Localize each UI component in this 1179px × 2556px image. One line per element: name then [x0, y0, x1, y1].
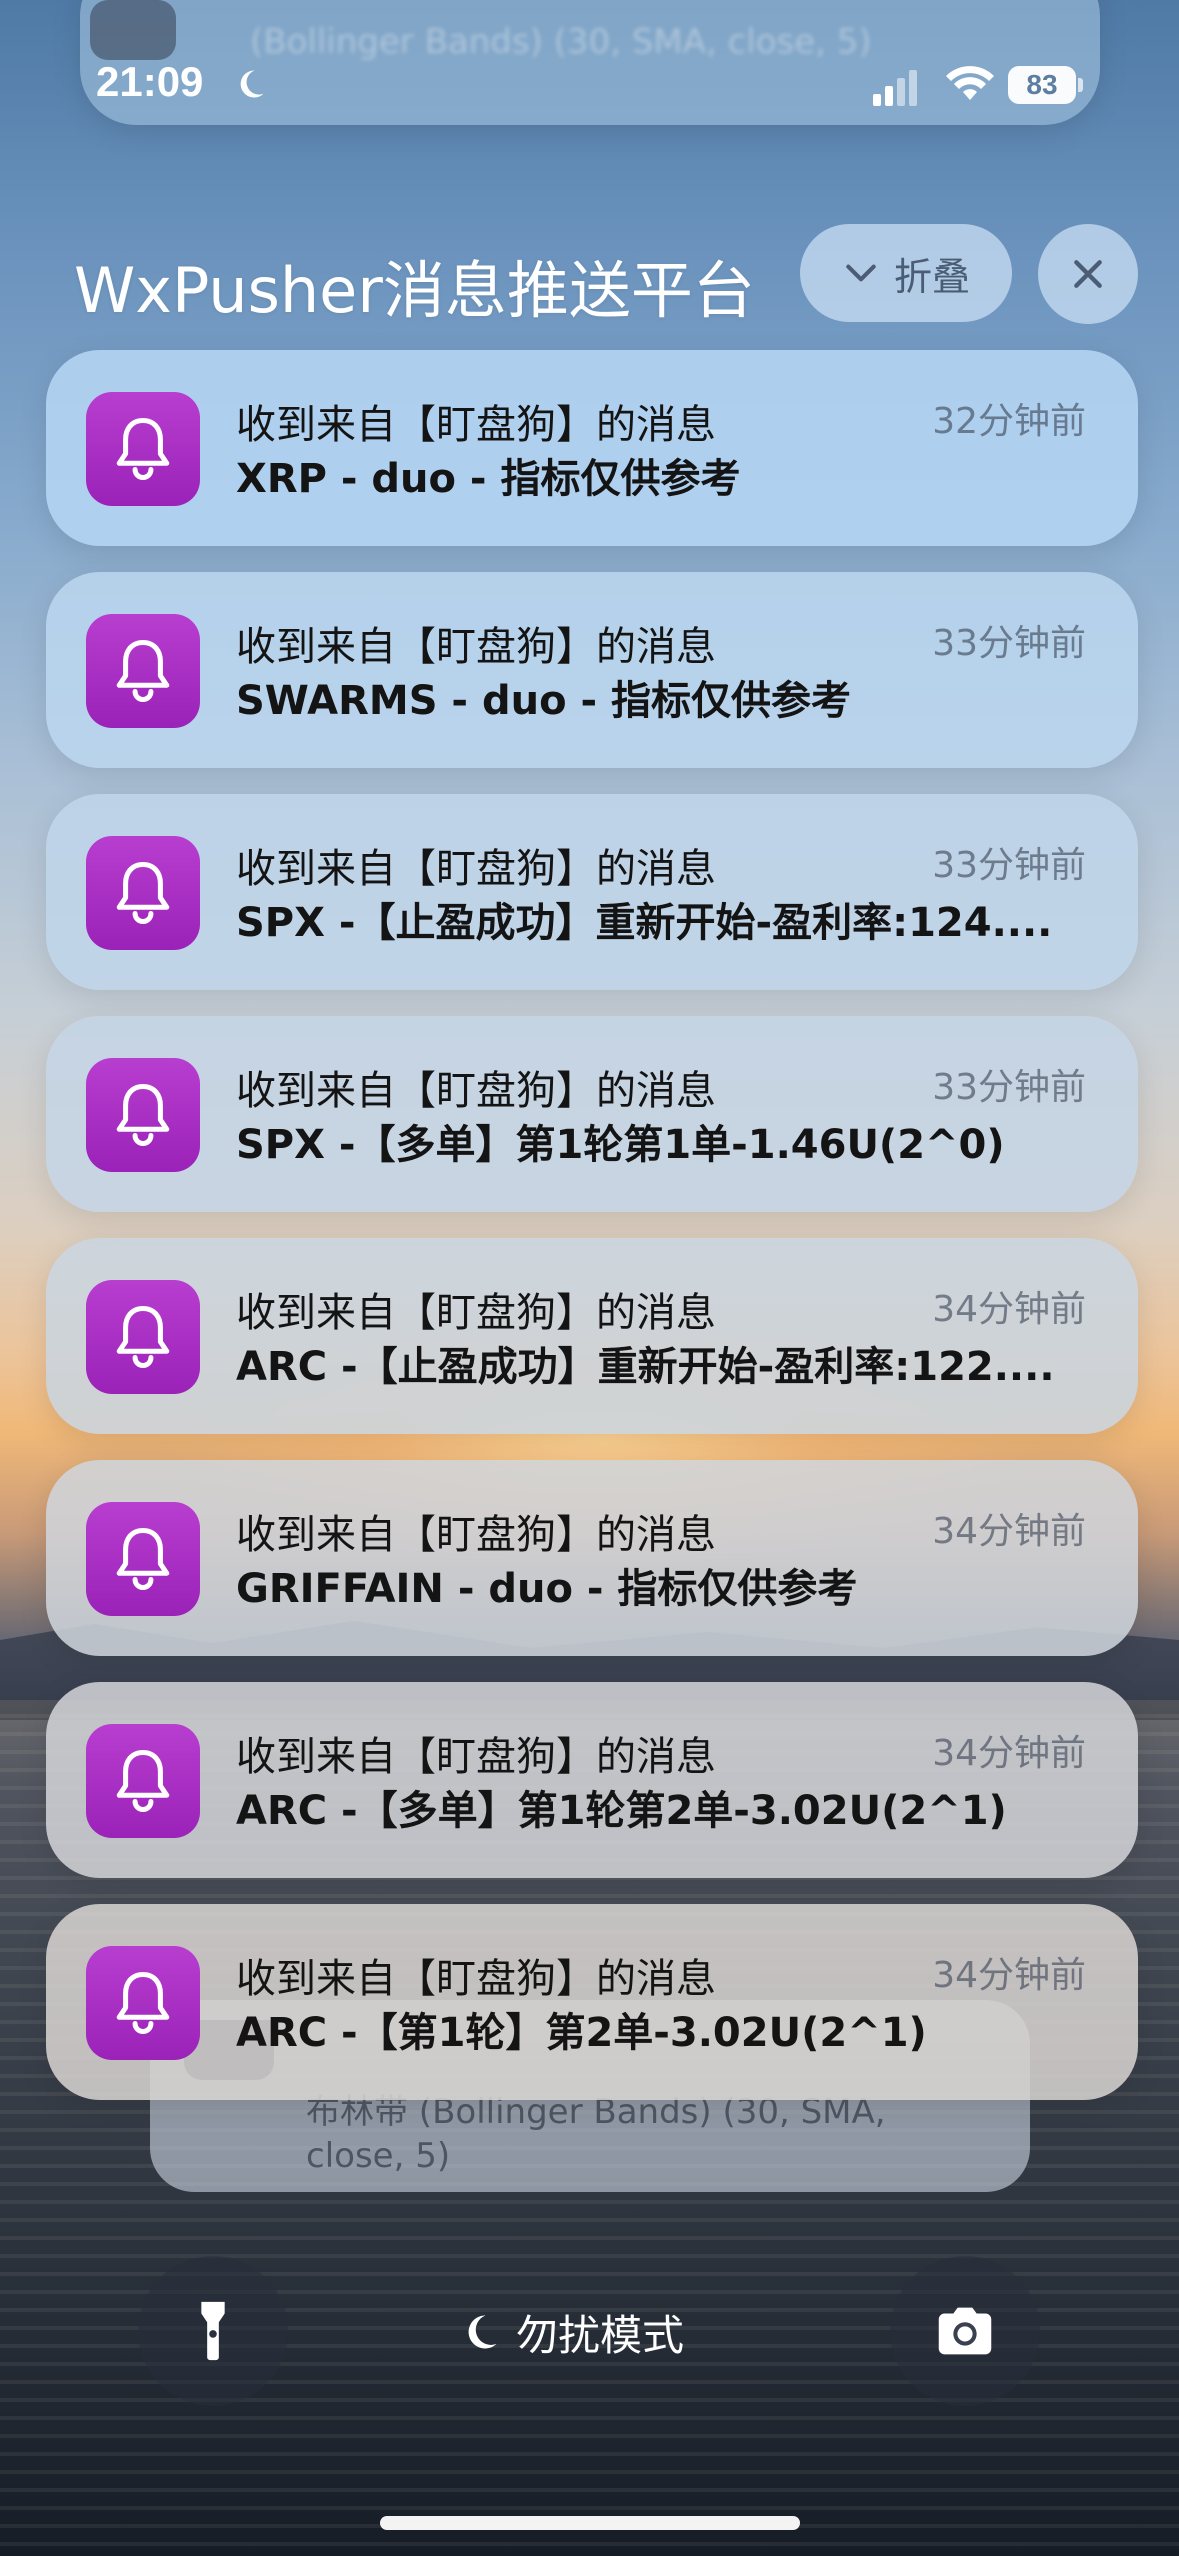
app-icon [86, 836, 200, 950]
notification-card[interactable]: 收到来自【盯盘狗】的消息 GRIFFAIN - duo - 指标仅供参考 34分… [46, 1460, 1138, 1656]
notification-title: 收到来自【盯盘狗】的消息 [236, 1734, 716, 1780]
camera-button[interactable] [890, 2256, 1040, 2406]
collapse-button[interactable]: 折叠 [800, 224, 1012, 322]
notification-card[interactable]: 收到来自【盯盘狗】的消息 ARC -【止盈成功】重新开始-盈利率:122....… [46, 1238, 1138, 1434]
battery-indicator: 83 [1008, 66, 1076, 104]
notification-title: 收到来自【盯盘狗】的消息 [236, 846, 716, 892]
app-icon [86, 1502, 200, 1616]
bell-icon [116, 861, 170, 924]
notification-body: ARC -【第1轮】第2单-3.02U(2^1) [236, 2010, 927, 2056]
stacked-notification-text: 布林带 (Bollinger Bands) (30, SMA, close, 5… [306, 2092, 886, 2176]
notification-group-title: WxPusher消息推送平台 [74, 254, 755, 327]
clear-group-button[interactable] [1038, 224, 1138, 324]
app-icon [86, 1724, 200, 1838]
notification-time: 33分钟前 [932, 623, 1086, 664]
notification-title: 收到来自【盯盘狗】的消息 [236, 1290, 716, 1336]
notification-time: 32分钟前 [932, 401, 1086, 442]
chevron-down-icon [846, 264, 876, 282]
bell-icon [116, 1083, 170, 1146]
notification-card[interactable]: 收到来自【盯盘狗】的消息 SWARMS - duo - 指标仅供参考 33分钟前 [46, 572, 1138, 768]
notification-title: 收到来自【盯盘狗】的消息 [236, 1512, 716, 1558]
notification-card[interactable]: 收到来自【盯盘狗】的消息 ARC -【多单】第1轮第2单-3.02U(2^1) … [46, 1682, 1138, 1878]
app-icon [86, 1058, 200, 1172]
bell-icon [116, 639, 170, 702]
app-icon [86, 1280, 200, 1394]
close-icon [1074, 260, 1102, 288]
bell-icon [116, 1971, 170, 2034]
banner-text: (Bollinger Bands) (30, SMA, close, 5) [250, 22, 872, 62]
notification-body: GRIFFAIN - duo - 指标仅供参考 [236, 1566, 858, 1612]
notification-body: SWARMS - duo - 指标仅供参考 [236, 678, 851, 724]
bell-icon [116, 1305, 170, 1368]
notification-card[interactable]: 收到来自【盯盘狗】的消息 XRP - duo - 指标仅供参考 32分钟前 [46, 350, 1138, 546]
banner-app-icon [90, 0, 176, 60]
notification-body: SPX -【止盈成功】重新开始-盈利率:124.... [236, 900, 1053, 946]
notification-body: XRP - duo - 指标仅供参考 [236, 456, 741, 502]
bell-icon [116, 417, 170, 480]
notification-card[interactable]: 收到来自【盯盘狗】的消息 ARC -【第1轮】第2单-3.02U(2^1) 34… [46, 1904, 1138, 2100]
flashlight-icon [201, 2301, 225, 2361]
battery-tip [1078, 78, 1083, 92]
notification-body: ARC -【多单】第1轮第2单-3.02U(2^1) [236, 1788, 1007, 1834]
notification-body: SPX -【多单】第1轮第1单-1.46U(2^0) [236, 1122, 1005, 1168]
moon-icon [468, 2315, 497, 2349]
notification-time: 33分钟前 [932, 1067, 1086, 1108]
cellular-signal-icon [873, 70, 917, 106]
collapse-label: 折叠 [893, 254, 970, 299]
notification-body: ARC -【止盈成功】重新开始-盈利率:122.... [236, 1344, 1055, 1390]
notification-time: 34分钟前 [932, 1733, 1086, 1774]
flashlight-button[interactable] [138, 2256, 288, 2406]
notification-title: 收到来自【盯盘狗】的消息 [236, 1068, 716, 1114]
status-time: 21:09 [96, 58, 204, 105]
notification-card[interactable]: 收到来自【盯盘狗】的消息 SPX -【多单】第1轮第1单-1.46U(2^0) … [46, 1016, 1138, 1212]
bell-icon [116, 1527, 170, 1590]
notification-title: 收到来自【盯盘狗】的消息 [236, 1956, 716, 2002]
notification-title: 收到来自【盯盘狗】的消息 [236, 402, 716, 448]
moon-icon [240, 70, 264, 98]
notification-title: 收到来自【盯盘狗】的消息 [236, 624, 716, 670]
focus-mode-indicator[interactable]: 勿扰模式 [458, 2300, 684, 2364]
home-indicator[interactable] [380, 2516, 800, 2530]
notification-time: 34分钟前 [932, 1511, 1086, 1552]
camera-icon [938, 2307, 992, 2355]
bell-icon [116, 1749, 170, 1812]
notification-time: 33分钟前 [932, 845, 1086, 886]
notification-card[interactable]: 收到来自【盯盘狗】的消息 SPX -【止盈成功】重新开始-盈利率:124....… [46, 794, 1138, 990]
app-icon [86, 1946, 200, 2060]
notification-time: 34分钟前 [932, 1955, 1086, 1996]
app-icon [86, 614, 200, 728]
top-banner-notification[interactable]: (Bollinger Bands) (30, SMA, close, 5) [80, 0, 1100, 125]
app-icon [86, 392, 200, 506]
wifi-icon [946, 66, 994, 100]
focus-mode-label: 勿扰模式 [516, 2310, 685, 2360]
notification-time: 34分钟前 [932, 1289, 1086, 1330]
